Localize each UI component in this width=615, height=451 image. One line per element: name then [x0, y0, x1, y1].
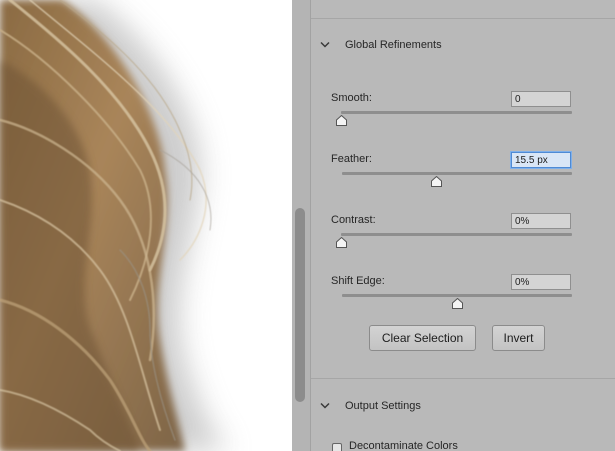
hair-photo — [0, 0, 292, 451]
image-canvas[interactable] — [0, 0, 292, 451]
refine-edge-window: Global Refinements Smooth: Feather: Cont… — [0, 0, 615, 451]
contrast-slider[interactable] — [341, 233, 572, 236]
feather-field[interactable] — [511, 152, 571, 168]
shift-edge-slider[interactable] — [342, 294, 572, 297]
feather-slider-handle[interactable] — [430, 176, 442, 187]
section-divider — [311, 18, 615, 19]
chevron-down-icon — [320, 402, 330, 409]
properties-panel: Global Refinements Smooth: Feather: Cont… — [311, 0, 615, 451]
decontaminate-colors-label: Decontaminate Colors — [349, 440, 458, 451]
shift-edge-slider-handle[interactable] — [451, 298, 463, 309]
scrollbar-thumb[interactable] — [295, 208, 305, 402]
section-title: Output Settings — [345, 400, 421, 412]
smooth-slider[interactable] — [341, 111, 572, 114]
section-title: Global Refinements — [345, 39, 442, 51]
smooth-label: Smooth: — [331, 92, 372, 104]
invert-button[interactable]: Invert — [492, 325, 545, 351]
chevron-down-icon — [320, 41, 330, 48]
output-settings-header[interactable]: Output Settings — [311, 396, 615, 418]
contrast-slider-handle[interactable] — [335, 237, 347, 248]
section-divider — [311, 378, 615, 379]
global-refinements-header[interactable]: Global Refinements — [311, 35, 615, 57]
smooth-slider-handle[interactable] — [335, 115, 347, 126]
smooth-field[interactable] — [511, 91, 571, 107]
feather-label: Feather: — [331, 153, 372, 165]
shift-edge-label: Shift Edge: — [331, 275, 385, 287]
feather-slider[interactable] — [342, 172, 572, 175]
shift-edge-field[interactable] — [511, 274, 571, 290]
contrast-field[interactable] — [511, 213, 571, 229]
clear-selection-button[interactable]: Clear Selection — [369, 325, 476, 351]
decontaminate-colors-checkbox[interactable] — [332, 443, 342, 451]
contrast-label: Contrast: — [331, 214, 376, 226]
panel-scrollbar[interactable] — [292, 0, 311, 451]
